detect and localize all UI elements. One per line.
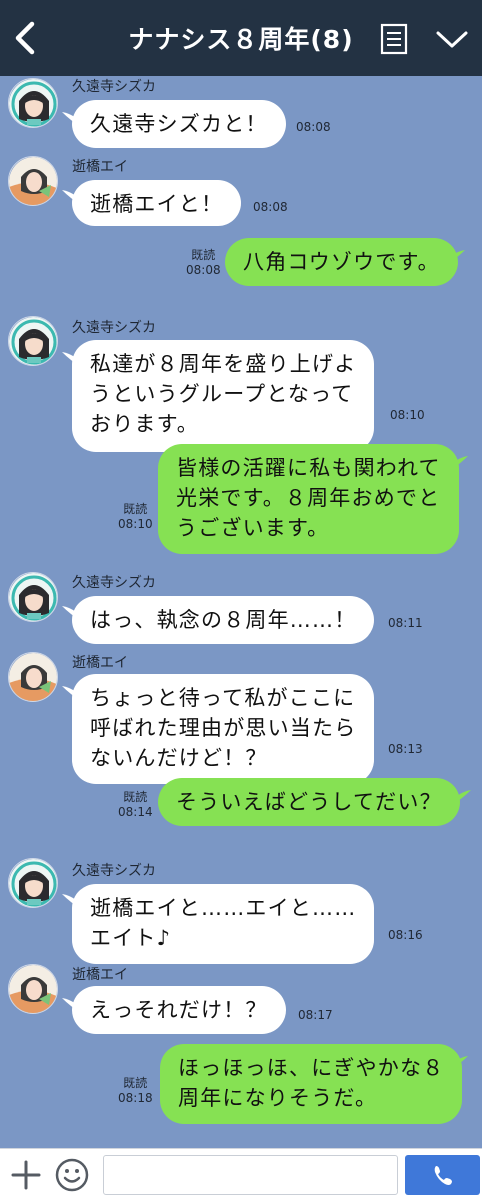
chat-bubble[interactable]: 八角コウゾウです。 — [225, 238, 458, 286]
avatar-ei-icon — [9, 157, 57, 205]
input-bar — [0, 1148, 482, 1200]
message-input[interactable] — [103, 1155, 398, 1195]
message-line: おります。 — [90, 412, 199, 436]
bubble-tail — [448, 1056, 468, 1072]
bubble-tail — [448, 456, 468, 472]
chat-bubble[interactable]: 逝橋エイと……エイと…… エイト♪ — [72, 884, 375, 964]
avatar-shizuka-icon — [9, 573, 57, 621]
message-time: 08:17 — [298, 1008, 333, 1022]
sender-name: 久遠寺シズカ — [72, 320, 156, 336]
plus-icon — [11, 1160, 41, 1190]
chat-bubble[interactable]: 私達が８周年を盛り上げよ うというグループとなって おります。 — [72, 340, 375, 452]
message-time: 08:08 — [296, 120, 331, 134]
message-time: 08:16 — [388, 928, 423, 942]
read-receipt: 既読 08:18 — [118, 1076, 153, 1105]
message-time: 08:10 — [390, 408, 425, 422]
avatar-ei-icon — [9, 965, 57, 1013]
message-line: はっ、執念の８周年……！ — [90, 608, 357, 632]
avatar[interactable] — [8, 156, 58, 206]
message-line: ほっほっほ、にぎやかな８ — [178, 1056, 445, 1080]
chat-title: ナナシス８周年(8) — [128, 25, 354, 54]
read-receipt: 既読 08:08 — [186, 248, 221, 277]
sender-name: 久遠寺シズカ — [72, 863, 156, 879]
chat-bubble[interactable]: 久遠寺シズカと！ — [72, 100, 286, 148]
chat-bubble[interactable]: ちょっと待って私がここに 呼ばれた理由が思い当たら ないんだけど！？ — [72, 674, 375, 784]
message-line: えっそれだけ！？ — [90, 998, 268, 1022]
chat-bubble[interactable]: 逝橋エイと！ — [72, 180, 242, 226]
message-line: ちょっと待って私がここに — [90, 686, 356, 710]
message-line: うというグループとなって — [90, 382, 354, 406]
expand-menu-button[interactable] — [434, 26, 470, 52]
avatar-shizuka-icon — [9, 79, 57, 127]
chat-header: ナナシス８周年(8) — [0, 0, 482, 76]
chat-area[interactable]: 久遠寺シズカ 久遠寺シズカと！ 08:08 逝橋エイ 逝橋エイと！ 08:08 … — [0, 76, 482, 1148]
avatar-shizuka-icon — [9, 859, 57, 907]
sender-name: 久遠寺シズカ — [72, 79, 156, 95]
call-button[interactable] — [405, 1155, 480, 1195]
avatar[interactable] — [8, 652, 58, 702]
message-line: 私達が８周年を盛り上げよ — [90, 352, 357, 376]
avatar[interactable] — [8, 964, 58, 1014]
message-line: 八角コウゾウです。 — [243, 250, 440, 274]
add-attachment-button[interactable] — [10, 1159, 42, 1191]
sender-name: 久遠寺シズカ — [72, 575, 156, 591]
bubble-tail — [445, 250, 465, 266]
message-line: そういえばどうしてだい？ — [176, 790, 442, 814]
chat-bubble[interactable]: そういえばどうしてだい？ — [158, 778, 460, 826]
message-line: 逝橋エイと！ — [90, 192, 224, 216]
message-line: 周年になりそうだ。 — [178, 1086, 378, 1110]
chat-bubble[interactable]: ほっほっほ、にぎやかな８ 周年になりそうだ。 — [160, 1044, 463, 1124]
avatar-ei-icon — [9, 653, 57, 701]
emoji-button[interactable] — [54, 1157, 90, 1193]
note-list-icon — [380, 23, 408, 55]
avatar[interactable] — [8, 572, 58, 622]
message-line: うございます。 — [176, 516, 330, 540]
phone-call-icon — [434, 1166, 452, 1185]
smiley-icon — [55, 1158, 89, 1192]
message-line: ないんだけど！？ — [90, 746, 268, 770]
message-line: エイト♪ — [90, 926, 172, 950]
notes-menu-button[interactable] — [380, 23, 408, 55]
chevron-down-icon — [436, 31, 468, 48]
chat-bubble[interactable]: はっ、執念の８周年……！ — [72, 596, 375, 644]
sender-name: 逝橋エイ — [72, 159, 128, 175]
message-line: 久遠寺シズカと！ — [90, 112, 268, 136]
avatar[interactable] — [8, 78, 58, 128]
sender-name: 逝橋エイ — [72, 655, 128, 671]
message-time: 08:13 — [388, 742, 423, 756]
chat-bubble[interactable]: えっそれだけ！？ — [72, 986, 286, 1034]
avatar[interactable] — [8, 316, 58, 366]
message-time: 08:08 — [253, 200, 288, 214]
message-line: 逝橋エイと……エイと…… — [90, 896, 357, 920]
avatar-shizuka-icon — [9, 317, 57, 365]
read-receipt: 既読 08:10 — [118, 502, 153, 531]
bubble-tail — [451, 790, 471, 806]
message-time: 08:11 — [388, 616, 423, 630]
message-line: 光栄です。８周年おめでと — [176, 486, 441, 510]
chat-bubble[interactable]: 皆様の活躍に私も関われて 光栄です。８周年おめでと うございます。 — [158, 444, 459, 554]
avatar[interactable] — [8, 858, 58, 908]
read-receipt: 既読 08:14 — [118, 790, 153, 819]
sender-name: 逝橋エイ — [72, 967, 128, 983]
message-line: 呼ばれた理由が思い当たら — [90, 716, 357, 740]
message-line: 皆様の活躍に私も関われて — [176, 456, 441, 480]
